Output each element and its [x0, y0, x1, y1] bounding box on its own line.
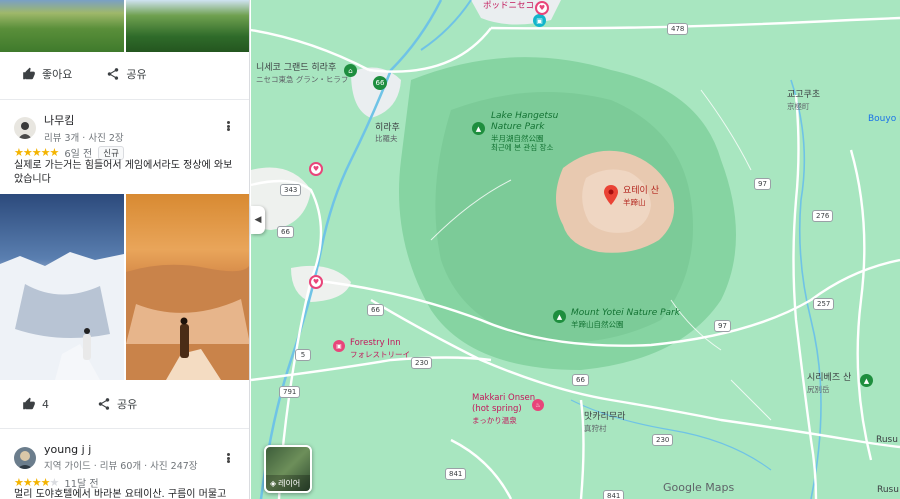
share-button[interactable]: 공유	[106, 66, 147, 82]
road-shield: 230	[652, 434, 674, 446]
like-button[interactable]: 4	[22, 397, 49, 411]
review-photo[interactable]	[0, 194, 124, 380]
road-shield: 66	[373, 76, 387, 90]
map-label[interactable]: 시리베즈 산	[807, 373, 851, 384]
review-photos-top	[0, 0, 249, 52]
road-shield: 66	[572, 374, 589, 386]
review-rating: ★★★★★ 6일 전 신규	[14, 145, 124, 160]
map-label-sub: 比羅夫	[375, 134, 398, 143]
map-label[interactable]: Rusu	[876, 435, 898, 446]
google-maps-logo: Google Maps	[663, 481, 735, 494]
map-label[interactable]: Bouyo n	[868, 114, 900, 125]
road-shield: 841	[603, 490, 625, 499]
review-photo[interactable]	[0, 0, 124, 52]
map-label-sub: 尻別岳	[807, 385, 830, 394]
road-shield: 230	[411, 357, 433, 369]
map-label-peak[interactable]: 요테이 산	[623, 186, 659, 197]
hotel-pin-icon[interactable]: ▣	[533, 14, 546, 27]
review-photo[interactable]	[126, 0, 249, 52]
road-shield: 97	[754, 178, 771, 190]
share-button[interactable]: 공유	[97, 396, 137, 412]
review-author-name: 나무킴	[44, 114, 75, 127]
favorite-pin-icon[interactable]: ♥	[309, 162, 323, 176]
review-photo[interactable]	[126, 194, 249, 380]
map-label[interactable]: Makkari Onsen	[472, 393, 535, 404]
new-badge: 신규	[98, 145, 124, 160]
park-pin-icon[interactable]: ▲	[553, 310, 566, 323]
thumbs-up-icon	[23, 397, 35, 410]
map-label-sub: まっかり温泉	[472, 416, 517, 425]
map-label[interactable]: Rusu	[877, 485, 899, 496]
map-label[interactable]: ポッドニセコ	[483, 1, 534, 12]
review-time: 6일 전	[64, 149, 93, 160]
avatar[interactable]	[14, 446, 36, 469]
reviews-panel: 좋아요 공유 나무킴 리뷰 3개 · 사진 2장 ★★★★★ 6일 전 신규 실…	[0, 0, 250, 499]
map-label[interactable]: 니세코 그랜드 히라후	[256, 63, 336, 74]
layers-label-row: ◈ 레이어	[266, 475, 310, 491]
like-button[interactable]: 좋아요	[22, 66, 72, 82]
map-label-sub: 羊蹄山自然公園	[571, 320, 624, 329]
review-actions: 좋아요 공유	[0, 60, 249, 88]
park-pin-icon[interactable]: ⌂	[344, 64, 357, 77]
like-label: 좋아요	[42, 68, 73, 81]
map-label[interactable]: Mount Yotei Nature Park	[571, 308, 680, 319]
map-label[interactable]: Nature Park	[491, 122, 544, 133]
road-shield: 66	[367, 304, 384, 316]
layers-button[interactable]: ◈ 레이어	[264, 445, 312, 493]
map-canvas[interactable]: ポッドニセコ ▣ ♥ 니세코 그랜드 히라후 ニセコ東急 グラン・ヒラフ ⌂ 히…	[251, 0, 900, 499]
spa-pin-icon[interactable]: ♨	[532, 399, 544, 411]
road-shield: 791	[279, 386, 301, 398]
map-label-sub: 羊蹄山	[623, 198, 646, 207]
review-actions: 4 공유	[0, 390, 249, 418]
park-pin-icon[interactable]: ▲	[860, 374, 873, 387]
review-author[interactable]: young j j 지역 가이드 · 리뷰 60개 · 사진 247장	[14, 443, 198, 472]
divider	[0, 99, 249, 100]
hotel-pin-icon[interactable]: ▣	[333, 340, 345, 352]
road-shield: 841	[445, 468, 467, 480]
favorite-pin-icon[interactable]: ♥	[309, 275, 323, 289]
map-label[interactable]: Forestry Inn	[350, 338, 401, 349]
review-text: 실제로 가는거는 힘들어서 게임에서라도 정상에 와보았습니다	[14, 160, 233, 185]
road-shield: 343	[280, 184, 302, 196]
road-shield: 97	[714, 320, 731, 332]
map-label-sub: 真狩村	[584, 424, 607, 433]
favorite-pin-icon[interactable]: ♥	[535, 1, 549, 15]
road-shield: 5	[295, 349, 311, 361]
map-label[interactable]: 교고쿠초	[787, 90, 820, 101]
road-shield: 257	[813, 298, 835, 310]
map-label[interactable]: 맛카리무라	[584, 412, 625, 423]
review-author-meta: 지역 가이드 · 리뷰 60개 · 사진 247장	[44, 461, 198, 472]
thumbs-up-icon	[23, 67, 35, 80]
star-rating: ★★★★★	[14, 146, 59, 159]
road-shield: 478	[667, 23, 689, 35]
layers-label: 레이어	[278, 478, 301, 488]
review-author-meta: 리뷰 3개 · 사진 2장	[44, 133, 124, 144]
review-photos	[0, 194, 249, 380]
divider	[0, 428, 249, 429]
share-label: 공유	[126, 68, 147, 81]
road-shield: 276	[812, 210, 834, 222]
park-pin-icon[interactable]: ▲	[472, 122, 485, 135]
map-label[interactable]: Lake Hangetsu	[491, 111, 558, 122]
avatar[interactable]	[14, 117, 36, 139]
share-icon	[98, 398, 110, 410]
review-author[interactable]: 나무킴 리뷰 3개 · 사진 2장	[14, 112, 124, 144]
map-label-sub: フォレストリーイ	[350, 350, 410, 359]
share-icon	[108, 68, 119, 80]
map-label-sub: ニセコ東急 グラン・ヒラフ	[256, 75, 349, 84]
like-count: 4	[42, 397, 49, 411]
selected-place-pin-icon[interactable]	[604, 185, 618, 205]
map-label[interactable]: (hot spring)	[472, 404, 522, 415]
layers-icon: ◈	[270, 478, 277, 488]
map-label-sub: 최근에 본 관심 장소	[491, 143, 554, 152]
review-author-name: young j j	[44, 443, 92, 456]
road-shield: 66	[277, 226, 294, 238]
more-options-icon[interactable]	[223, 451, 233, 465]
review-text: 멀리 도야호텔에서 바라본 요테이산. 구름이 머물고	[14, 489, 227, 499]
share-label: 공유	[117, 398, 138, 411]
collapse-panel-button[interactable]: ◀	[251, 206, 265, 234]
more-options-icon[interactable]	[223, 119, 233, 133]
map-label-sub: 京極町	[787, 102, 810, 111]
